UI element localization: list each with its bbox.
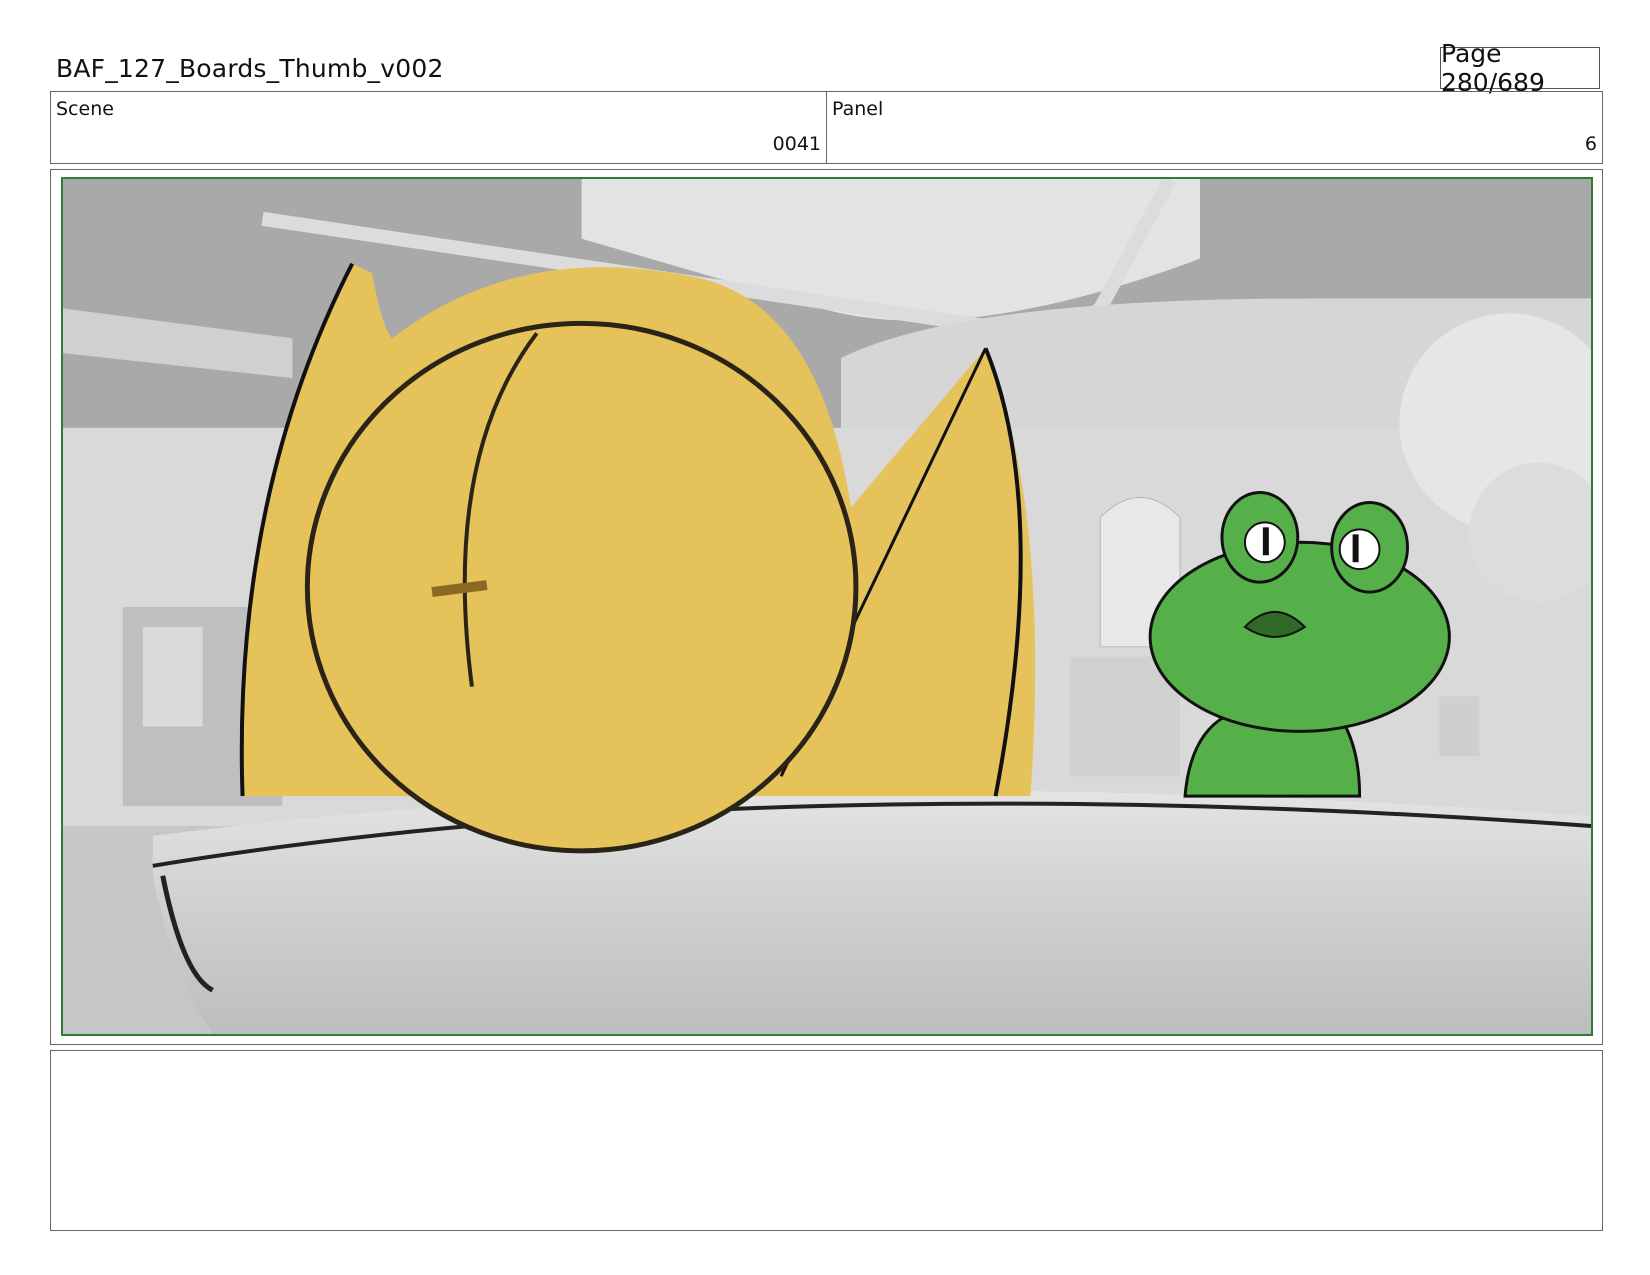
page-indicator: Page 280/689 xyxy=(1440,39,1600,97)
storyboard-drawing xyxy=(63,179,1591,1034)
scene-panel-info-row: Scene 0041 Panel 6 xyxy=(50,91,1603,164)
scene-number: 0041 xyxy=(772,133,821,155)
panel-notes-box xyxy=(50,1050,1603,1231)
scene-cell: Scene 0041 xyxy=(51,92,826,163)
bowl-drawing xyxy=(152,790,1591,1034)
scene-label: Scene xyxy=(56,98,114,120)
panel-cell: Panel 6 xyxy=(826,92,1602,163)
panel-label: Panel xyxy=(832,98,884,120)
panel-number: 6 xyxy=(1584,133,1597,155)
storyboard-panel-image xyxy=(61,177,1593,1036)
document-title: BAF_127_Boards_Thumb_v002 xyxy=(56,54,444,83)
